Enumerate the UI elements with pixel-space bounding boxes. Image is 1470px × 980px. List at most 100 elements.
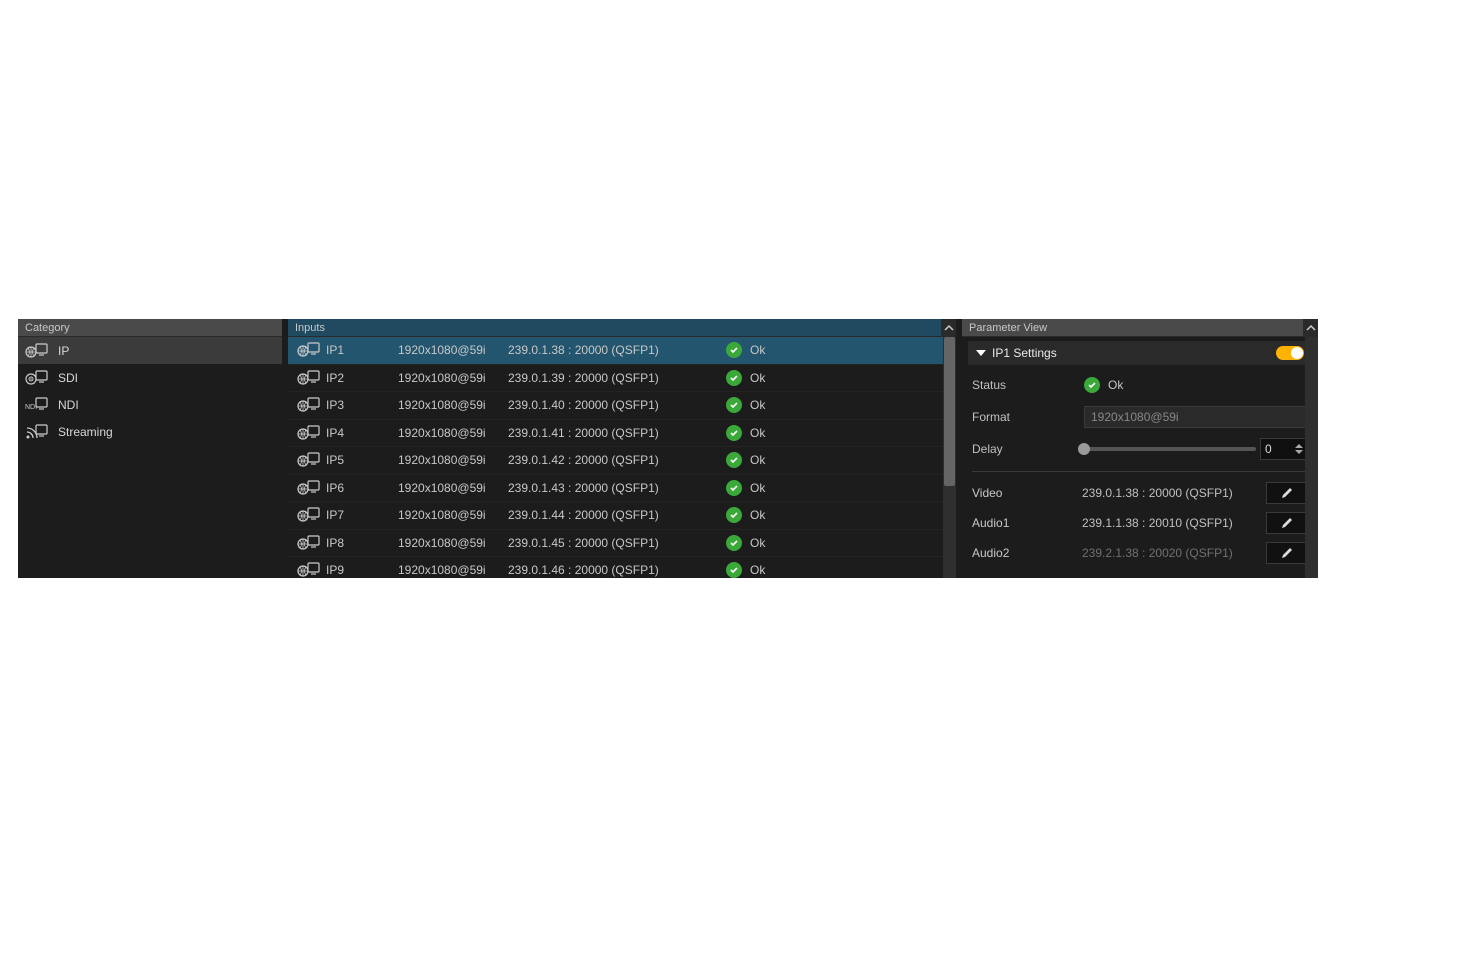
category-item-label: SDI <box>58 371 78 385</box>
input-row[interactable]: IP11920x1080@59i239.0.1.38 : 20000 (QSFP… <box>288 337 956 365</box>
input-row[interactable]: IP81920x1080@59i239.0.1.45 : 20000 (QSFP… <box>288 530 956 558</box>
input-format: 1920x1080@59i <box>398 398 508 412</box>
svg-text:NDI: NDI <box>25 404 37 411</box>
category-item-sdi[interactable]: SDI <box>18 364 282 391</box>
divider <box>972 471 1308 472</box>
input-row[interactable]: IP41920x1080@59i239.0.1.41 : 20000 (QSFP… <box>288 420 956 448</box>
stream-address: 239.0.1.38 : 20000 (QSFP1) <box>1082 486 1258 500</box>
input-row[interactable]: IP71920x1080@59i239.0.1.44 : 20000 (QSFP… <box>288 502 956 530</box>
inputs-list: IP11920x1080@59i239.0.1.38 : 20000 (QSFP… <box>288 337 956 578</box>
param-scrollbar[interactable] <box>1305 337 1318 578</box>
input-row[interactable]: IP21920x1080@59i239.0.1.39 : 20000 (QSFP… <box>288 365 956 393</box>
input-format: 1920x1080@59i <box>398 453 508 467</box>
input-icon <box>294 534 322 552</box>
stream-edit-button[interactable] <box>1266 512 1308 534</box>
input-address: 239.0.1.39 : 20000 (QSFP1) <box>508 371 726 385</box>
inputs-scroll: IP11920x1080@59i239.0.1.38 : 20000 (QSFP… <box>288 337 956 578</box>
inputs-panel: Inputs IP11920x1080@59i239.0.1.38 : 2000… <box>288 319 956 578</box>
category-item-label: IP <box>58 344 69 358</box>
parameter-view-panel: Parameter View IP1 Settings Status Ok Fo <box>962 319 1318 578</box>
input-address: 239.0.1.43 : 20000 (QSFP1) <box>508 481 726 495</box>
stream-label: Audio1 <box>972 516 1074 530</box>
input-row[interactable]: IP91920x1080@59i239.0.1.46 : 20000 (QSFP… <box>288 557 956 578</box>
status-ok-icon <box>726 342 742 358</box>
status-row: Status Ok <box>972 373 1308 397</box>
input-name: IP8 <box>322 536 398 550</box>
section-title: IP1 Settings <box>992 346 1276 360</box>
input-address: 239.0.1.38 : 20000 (QSFP1) <box>508 343 726 357</box>
input-name: IP6 <box>322 481 398 495</box>
inputs-scrollbar[interactable] <box>943 337 956 578</box>
input-name: IP3 <box>322 398 398 412</box>
input-status: Ok <box>726 562 765 578</box>
input-status-text: Ok <box>750 371 765 385</box>
ndi-icon: NDI <box>24 396 48 414</box>
category-item-ip[interactable]: IP <box>18 337 282 364</box>
category-item-ndi[interactable]: NDI NDI <box>18 391 282 418</box>
input-row[interactable]: IP51920x1080@59i239.0.1.42 : 20000 (QSFP… <box>288 447 956 475</box>
category-list: IP SDI NDI NDI Streaming <box>18 337 282 578</box>
delay-row: Delay 0 <box>972 437 1308 461</box>
status-ok-icon <box>726 562 742 578</box>
category-panel: Category IP SDI NDI NDI Streaming <box>18 319 282 578</box>
inputs-header-title: Inputs <box>295 322 949 334</box>
delay-slider[interactable] <box>1084 447 1256 451</box>
input-format: 1920x1080@59i <box>398 563 508 577</box>
input-format: 1920x1080@59i <box>398 536 508 550</box>
status-ok-icon <box>726 507 742 523</box>
input-status: Ok <box>726 535 765 551</box>
input-icon <box>294 561 322 578</box>
input-address: 239.0.1.40 : 20000 (QSFP1) <box>508 398 726 412</box>
spinner-down-icon[interactable] <box>1295 450 1303 454</box>
input-name: IP2 <box>322 371 398 385</box>
status-ok-icon <box>1084 377 1100 393</box>
status-ok-icon <box>726 480 742 496</box>
status-ok-icon <box>726 397 742 413</box>
inputs-collapse-button[interactable] <box>941 319 956 337</box>
stream-edit-button[interactable] <box>1266 542 1308 564</box>
input-row[interactable]: IP61920x1080@59i239.0.1.43 : 20000 (QSFP… <box>288 475 956 503</box>
input-status-text: Ok <box>750 453 765 467</box>
stream-edit-button[interactable] <box>1266 482 1308 504</box>
status-ok-icon <box>726 452 742 468</box>
input-address: 239.0.1.42 : 20000 (QSFP1) <box>508 453 726 467</box>
category-header: Category <box>18 319 282 337</box>
delay-control: 0 <box>1084 438 1308 460</box>
spinner-up-icon[interactable] <box>1295 444 1303 448</box>
input-status-text: Ok <box>750 481 765 495</box>
section-toggle[interactable] <box>1276 346 1304 360</box>
status-ok-icon <box>726 425 742 441</box>
inputs-scrollbar-thumb[interactable] <box>944 337 955 486</box>
input-status: Ok <box>726 425 765 441</box>
input-address: 239.0.1.44 : 20000 (QSFP1) <box>508 508 726 522</box>
stream-row-audio2: Audio2239.2.1.38 : 20020 (QSFP1) <box>962 538 1318 568</box>
input-row[interactable]: IP31920x1080@59i239.0.1.40 : 20000 (QSFP… <box>288 392 956 420</box>
input-format: 1920x1080@59i <box>398 481 508 495</box>
delay-label: Delay <box>972 442 1084 456</box>
format-input[interactable]: 1920x1080@59i <box>1084 406 1308 428</box>
status-value: Ok <box>1108 378 1123 392</box>
delay-spinner[interactable]: 0 <box>1260 438 1308 460</box>
streaming-icon <box>24 423 48 441</box>
category-item-label: NDI <box>58 398 79 412</box>
delay-slider-thumb[interactable] <box>1078 443 1090 455</box>
section-header[interactable]: IP1 Settings <box>968 341 1312 365</box>
input-icon <box>294 479 322 497</box>
expand-triangle-icon <box>976 350 986 356</box>
status-ok-icon <box>726 370 742 386</box>
input-icon <box>294 396 322 414</box>
parameter-collapse-button[interactable] <box>1303 319 1318 337</box>
stream-address: 239.1.1.38 : 20010 (QSFP1) <box>1082 516 1258 530</box>
status-label: Status <box>972 378 1084 392</box>
app-root: Category IP SDI NDI NDI Streaming Inputs IP1… <box>18 319 1318 578</box>
parameter-view-header: Parameter View <box>962 319 1318 337</box>
category-item-streaming[interactable]: Streaming <box>18 418 282 445</box>
input-address: 239.0.1.45 : 20000 (QSFP1) <box>508 536 726 550</box>
input-name: IP7 <box>322 508 398 522</box>
input-status-text: Ok <box>750 563 765 577</box>
input-icon <box>294 369 322 387</box>
category-header-title: Category <box>25 322 275 334</box>
input-format: 1920x1080@59i <box>398 343 508 357</box>
param-body: Status Ok Format 1920x1080@59i Delay <box>962 369 1318 465</box>
stream-label: Audio2 <box>972 546 1074 560</box>
